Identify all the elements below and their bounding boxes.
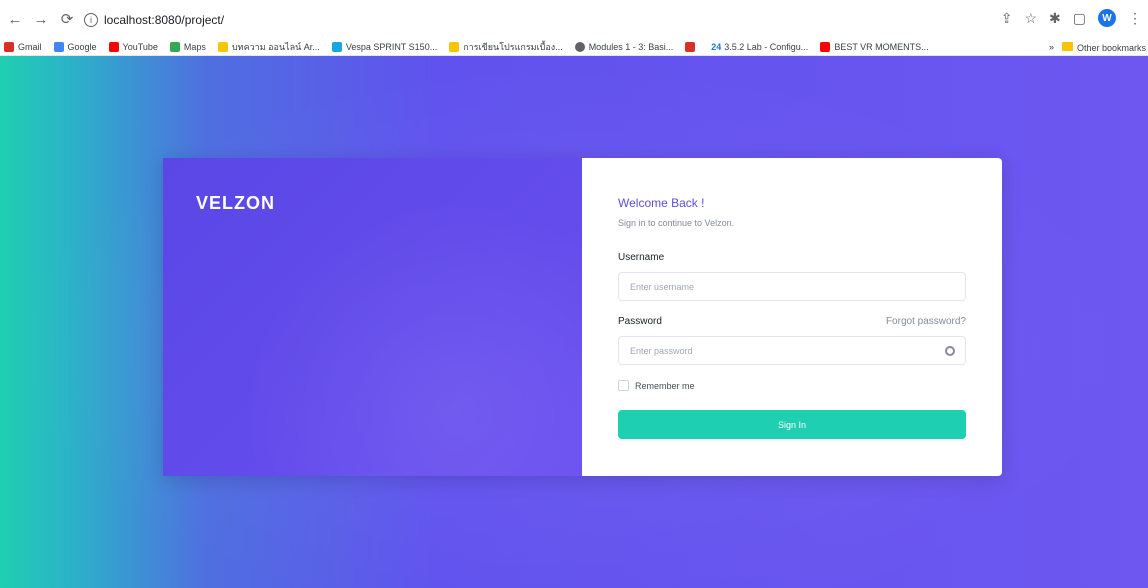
eye-icon[interactable] (945, 346, 955, 356)
toolbar-actions: ⇪ ☆ ✱ ▢ W ⋮ (1001, 9, 1142, 27)
google-icon (53, 41, 64, 52)
bookmark-item[interactable]: Google (53, 41, 97, 52)
bookmark-item[interactable]: 24 3.5.2 Lab - Configu... (711, 42, 808, 52)
bookmark-icon (449, 41, 460, 52)
remember-me[interactable]: Remember me (618, 380, 695, 391)
forgot-password-link[interactable]: Forgot password? (886, 316, 966, 327)
menu-icon[interactable]: ⋮ (1128, 10, 1142, 27)
auth-card: VELZON Welcome Back ! Sign in to continu… (163, 158, 1002, 476)
globe-icon (574, 41, 585, 52)
bookmark-icon (331, 41, 342, 52)
bookmark-item[interactable]: YouTube (108, 41, 158, 52)
bookmark-item[interactable]: Modules 1 - 3: Basi... (574, 41, 673, 52)
bookmark-item[interactable]: BEST VR MOMENTS... (820, 41, 929, 52)
password-placeholder: Enter password (630, 345, 693, 356)
login-form: Welcome Back ! Sign in to continue to Ve… (582, 158, 1002, 476)
bookmarks-right: » Other bookmarks (1049, 38, 1146, 55)
forward-icon[interactable]: → (30, 8, 52, 30)
welcome-title: Welcome Back ! (618, 196, 705, 210)
address-bar[interactable]: i localhost:8080/project/ (84, 8, 984, 32)
welcome-subtitle: Sign in to continue to Velzon. (618, 218, 735, 228)
star-icon[interactable]: ☆ (1024, 10, 1037, 27)
username-label: Username (618, 252, 665, 263)
share-icon[interactable]: ⇪ (1001, 10, 1013, 27)
sidepanel-icon[interactable]: ▢ (1073, 10, 1086, 27)
password-input[interactable]: Enter password (618, 336, 966, 365)
velzon-logo: VELZON (196, 193, 276, 213)
reload-icon[interactable]: ⟳ (56, 8, 78, 30)
remember-checkbox[interactable] (618, 380, 629, 391)
auth-banner: VELZON (163, 158, 582, 476)
more-bookmarks-button[interactable]: » (1049, 42, 1054, 52)
password-label: Password (618, 316, 662, 327)
bookmark-item[interactable]: Maps (169, 41, 206, 52)
bookmark-item[interactable]: Vespa SPRINT S150... (331, 41, 437, 52)
youtube-icon (820, 41, 831, 52)
remember-label: Remember me (635, 380, 695, 391)
username-placeholder: Enter username (630, 281, 695, 292)
profile-avatar[interactable]: W (1098, 9, 1116, 27)
browser-toolbar: ← → ⟳ i localhost:8080/project/ ⇪ ☆ ✱ ▢ … (0, 0, 1148, 38)
bookmark-icon (685, 41, 696, 52)
bookmark-item[interactable] (685, 41, 699, 52)
auth-page: VELZON Welcome Back ! Sign in to continu… (0, 56, 1148, 588)
sign-in-button[interactable]: Sign In (618, 410, 966, 439)
youtube-icon (108, 41, 119, 52)
info-icon[interactable]: i (84, 13, 98, 27)
back-icon[interactable]: ← (4, 8, 26, 30)
folder-icon (1061, 41, 1073, 51)
bookmark-icon (217, 41, 228, 52)
username-input[interactable]: Enter username (618, 272, 966, 301)
bookmark-item[interactable]: บทความ ออนไลน์ Ar... (217, 40, 320, 54)
gmail-icon (4, 41, 14, 52)
bookmark-item[interactable]: Gmail (4, 41, 42, 52)
other-bookmarks-folder[interactable]: Other bookmarks (1061, 41, 1146, 53)
bookmark-item[interactable]: การเขียนโปรแกรมเบื้อง... (449, 40, 563, 54)
bookmarks-bar: Gmail Google YouTube Maps บทความ ออนไลน์… (0, 38, 1148, 56)
address-url: localhost:8080/project/ (104, 13, 225, 27)
maps-icon (169, 41, 180, 52)
extensions-icon[interactable]: ✱ (1049, 10, 1061, 27)
